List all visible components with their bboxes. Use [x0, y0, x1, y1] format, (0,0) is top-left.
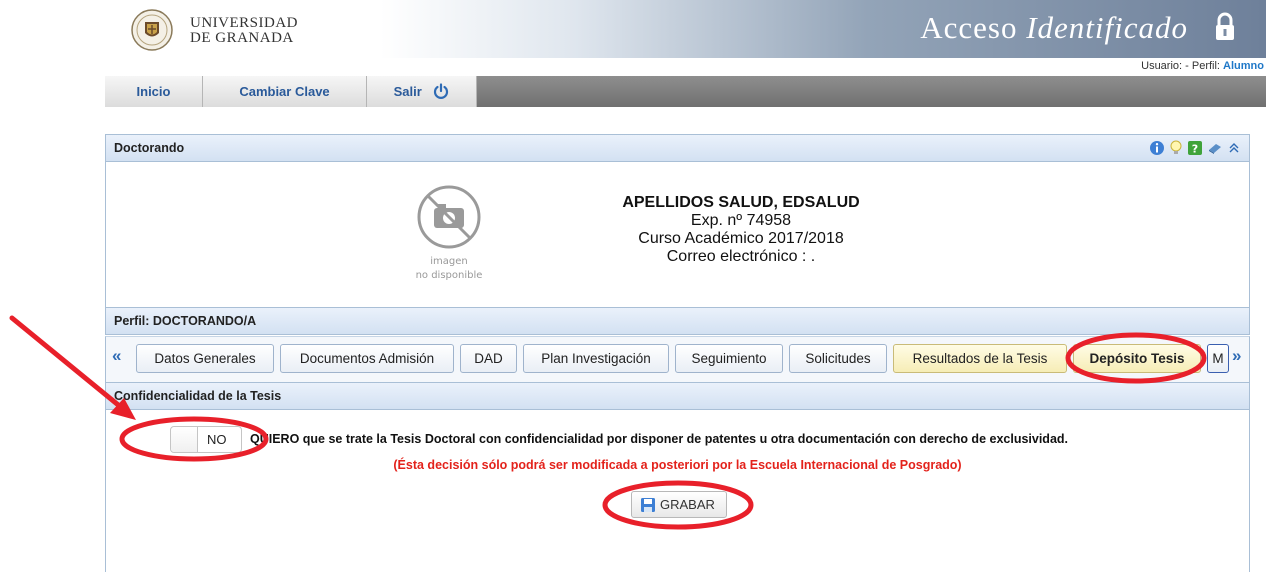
tab-resultados-tesis[interactable]: Resultados de la Tesis: [893, 344, 1067, 373]
student-details: APELLIDOS SALUD, EDSALUD Exp. nº 74958 C…: [566, 194, 916, 266]
confidencialidad-header: Confidencialidad de la Tesis: [105, 382, 1250, 410]
confidentiality-note: (Ésta decisión sólo podrá ser modificada…: [393, 458, 962, 472]
panel-tools: ?: [1149, 140, 1241, 156]
perfil-title: Perfil: DOCTORANDO/A: [114, 314, 257, 328]
tab-bar: « Datos Generales Documentos Admisión DA…: [105, 336, 1250, 382]
nav-salir-label: Salir: [393, 84, 422, 99]
tab-scroll-left[interactable]: «: [112, 346, 121, 366]
tab-deposito-tesis[interactable]: Depósito Tesis: [1073, 344, 1201, 373]
profile-photo-placeholder: imagen no disponible: [404, 180, 494, 290]
title-part-2: Identificado: [1026, 10, 1188, 45]
confidentiality-toggle[interactable]: NO: [170, 426, 242, 453]
university-name: UNIVERSIDAD DE GRANADA: [190, 16, 298, 46]
confidentiality-statement: QUIERO que se trate la Tesis Doctoral co…: [250, 432, 1069, 446]
tab-partial-m[interactable]: M: [1207, 344, 1229, 373]
doctorando-panel-header: Doctorando ?: [105, 134, 1250, 162]
user-label: Usuario: - Perfil:: [1141, 60, 1220, 72]
university-line-2: DE GRANADA: [190, 30, 294, 46]
book-icon[interactable]: [1207, 140, 1223, 156]
header-banner: Acceso Identificado: [380, 0, 1266, 58]
power-icon: [434, 83, 449, 99]
toggle-value: NO: [207, 432, 227, 447]
tab-datos-generales[interactable]: Datos Generales: [136, 344, 274, 373]
tab-plan-investigacion[interactable]: Plan Investigación: [523, 344, 669, 373]
page: UNIVERSIDAD DE GRANADA Acceso Identifica…: [0, 0, 1266, 572]
lightbulb-icon[interactable]: [1169, 140, 1183, 156]
tab-documentos-admision[interactable]: Documentos Admisión: [280, 344, 454, 373]
floppy-disk-icon: [641, 498, 655, 512]
page-title: Acceso Identificado: [920, 10, 1188, 46]
nav-cambiar-clave[interactable]: Cambiar Clave: [203, 76, 367, 107]
main-nav: Inicio Cambiar Clave Salir: [105, 76, 1266, 107]
nav-salir[interactable]: Salir: [367, 76, 477, 107]
confidencialidad-title: Confidencialidad de la Tesis: [114, 389, 282, 403]
tab-solicitudes[interactable]: Solicitudes: [789, 344, 887, 373]
no-photo-icon: [417, 185, 481, 249]
lock-icon: [1216, 12, 1234, 40]
student-curso: Curso Académico 2017/2018: [638, 230, 844, 247]
student-expediente: Exp. nº 74958: [690, 212, 792, 229]
grabar-label: GRABAR: [660, 497, 715, 512]
photo-caption-1: imagen: [430, 256, 468, 267]
confidencialidad-body: NO QUIERO que se trate la Tesis Doctoral…: [105, 410, 1250, 572]
photo-caption: imagen no disponible: [404, 255, 494, 283]
university-crest-logo: [131, 9, 173, 51]
svg-text:?: ?: [1192, 143, 1198, 156]
tab-dad[interactable]: DAD: [460, 344, 517, 373]
collapse-icon[interactable]: [1227, 140, 1241, 156]
user-info: Usuario: - Perfil: Alumno: [1141, 60, 1264, 72]
toggle-knob: [171, 427, 198, 452]
nav-inicio[interactable]: Inicio: [105, 76, 203, 107]
photo-caption-2: no disponible: [415, 270, 483, 281]
university-line-1: UNIVERSIDAD: [190, 15, 298, 31]
student-name: APELLIDOS SALUD, EDSALUD: [622, 194, 860, 211]
student-email: Correo electrónico : .: [666, 248, 816, 265]
title-part-1: Acceso: [920, 10, 1027, 45]
tab-scroll-right[interactable]: »: [1232, 346, 1241, 366]
doctorando-card: imagen no disponible APELLIDOS SALUD, ED…: [105, 162, 1250, 307]
doctorando-panel-title: Doctorando: [114, 141, 185, 155]
perfil-header: Perfil: DOCTORANDO/A: [105, 307, 1250, 335]
user-profile: Alumno: [1223, 60, 1264, 72]
grabar-button[interactable]: GRABAR: [631, 491, 727, 518]
help-icon[interactable]: ?: [1187, 140, 1203, 156]
tab-seguimiento[interactable]: Seguimiento: [675, 344, 783, 373]
info-icon[interactable]: [1149, 140, 1165, 156]
